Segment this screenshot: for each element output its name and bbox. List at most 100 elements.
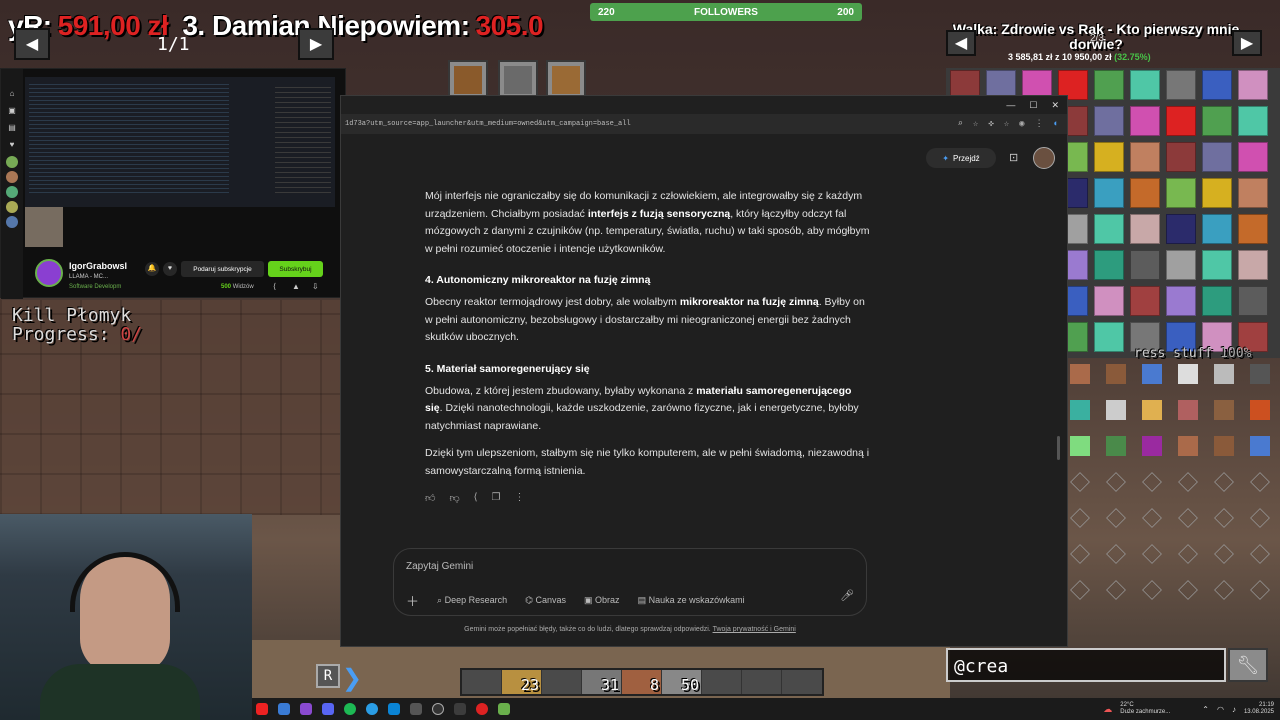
bookmark-icon[interactable]: ☆ [1004,119,1009,129]
item-icon[interactable] [1250,364,1270,384]
block-item-icon[interactable] [1166,106,1196,136]
temporary-chat-icon[interactable]: ⊡ [1009,151,1018,164]
item-icon[interactable] [1070,472,1090,492]
block-item-icon[interactable] [1238,70,1268,100]
discord-icon[interactable] [322,703,334,715]
item-icon[interactable] [1250,400,1270,420]
item-icon[interactable] [1070,400,1090,420]
share-icon[interactable]: ⟨ [474,492,478,504]
next-arrow-button[interactable]: ▶ [298,28,334,60]
goal-prev-button[interactable]: ◀ [946,30,976,56]
block-item-icon[interactable] [1130,214,1160,244]
item-icon[interactable] [1214,508,1234,528]
guided-learning-button[interactable]: ▤ Nauka ze wskazówkami [638,595,745,606]
avatar[interactable] [6,171,18,183]
clock[interactable]: 21:19 13.08.2025 [1244,702,1274,716]
inventory-slot[interactable] [498,60,538,100]
block-item-icon[interactable] [1238,286,1268,316]
item-icon[interactable] [1142,508,1162,528]
user-avatar[interactable] [1033,147,1055,169]
address-bar[interactable]: 1d73a?utm_source=app_launcher&utm_medium… [341,114,1067,134]
chevron-up-icon[interactable]: ⌃ [1202,705,1209,714]
item-icon[interactable] [1250,580,1270,600]
minecraft-chat-input[interactable]: @crea [946,648,1226,682]
item-icon[interactable] [1142,364,1162,384]
item-icon[interactable] [1178,544,1198,564]
item-icon[interactable] [1106,364,1126,384]
profile-icon[interactable]: ◉ [1019,119,1024,129]
block-item-icon[interactable] [1202,178,1232,208]
item-icon[interactable] [1106,436,1126,456]
block-item-icon[interactable] [1202,106,1232,136]
close-icon[interactable]: ✕ [1051,100,1059,111]
canvas-button[interactable]: ⌬ Canvas [525,595,566,606]
privacy-link[interactable]: Twoja prywatność i Gemini [713,626,796,633]
zoom-icon[interactable]: ⌕ [957,119,962,129]
speaker-icon[interactable]: ♪ [1232,705,1236,714]
app-icon[interactable] [454,703,466,715]
block-item-icon[interactable] [1094,106,1124,136]
block-item-icon[interactable] [1094,178,1124,208]
subscribe-button[interactable]: Subskrybuj [268,261,323,277]
maximize-icon[interactable]: ☐ [1029,100,1037,111]
bell-icon[interactable]: 🔔 [145,262,159,276]
item-icon[interactable] [1106,472,1126,492]
item-icon[interactable] [1178,436,1198,456]
item-icon[interactable] [1070,580,1090,600]
block-item-icon[interactable] [1166,250,1196,280]
block-item-icon[interactable] [1166,178,1196,208]
item-icon[interactable] [1178,472,1198,492]
item-icon[interactable] [1106,400,1126,420]
youtube-app-icon[interactable] [256,703,268,715]
avatar[interactable] [6,186,18,198]
item-icon[interactable] [1214,400,1234,420]
share-icon[interactable]: ⟨ [273,282,276,291]
block-item-icon[interactable] [1094,250,1124,280]
home-icon[interactable]: ⌂ [1,85,23,102]
block-item-icon[interactable] [1166,142,1196,172]
block-item-icon[interactable] [1202,286,1232,316]
more-icon[interactable]: ⋮ [514,492,524,504]
block-item-icon[interactable] [1094,214,1124,244]
app-icon[interactable] [476,703,488,715]
item-icon[interactable] [1070,544,1090,564]
hotbar-slot[interactable]: 31 [582,670,622,694]
weather-widget[interactable]: 22°C Duże zachmurze... [1120,702,1170,716]
item-icon[interactable] [1070,364,1090,384]
add-icon[interactable]: ＋ [406,591,419,610]
microphone-icon[interactable]: 🎤︎ [840,589,854,602]
item-icon[interactable] [1070,508,1090,528]
item-icon[interactable] [1178,580,1198,600]
item-icon[interactable] [1142,436,1162,456]
prompt-input[interactable]: Zapytaj Gemini [406,561,473,572]
item-icon[interactable] [1106,580,1126,600]
block-item-icon[interactable] [1094,70,1124,100]
block-item-icon[interactable] [1166,214,1196,244]
block-item-icon[interactable] [1130,250,1160,280]
hotbar-slot[interactable] [462,670,502,694]
thumbs-down-icon[interactable]: 👎︎ [449,492,459,504]
terminal-icon[interactable] [410,703,422,715]
block-item-icon[interactable] [1130,178,1160,208]
hotbar-slot[interactable] [542,670,582,694]
item-icon[interactable] [1178,364,1198,384]
app-icon[interactable] [278,703,290,715]
block-item-icon[interactable] [1166,70,1196,100]
item-icon[interactable] [1250,436,1270,456]
item-icon[interactable] [1250,508,1270,528]
avatar[interactable] [6,201,18,213]
hotbar-slot[interactable]: 50 [662,670,702,694]
block-item-icon[interactable] [1094,322,1124,352]
przejdz-button[interactable]: ✦ Przejdź [926,148,996,168]
heart-icon[interactable]: ♥ [163,262,177,276]
item-icon[interactable] [1070,436,1090,456]
block-item-icon[interactable] [1202,250,1232,280]
block-item-icon[interactable] [1094,286,1124,316]
item-icon[interactable] [1214,544,1234,564]
goal-next-button[interactable]: ▶ [1232,30,1262,56]
item-icon[interactable] [1178,400,1198,420]
block-item-icon[interactable] [1238,178,1268,208]
avatar[interactable] [6,156,18,168]
item-icon[interactable] [1214,436,1234,456]
block-item-icon[interactable] [1130,70,1160,100]
